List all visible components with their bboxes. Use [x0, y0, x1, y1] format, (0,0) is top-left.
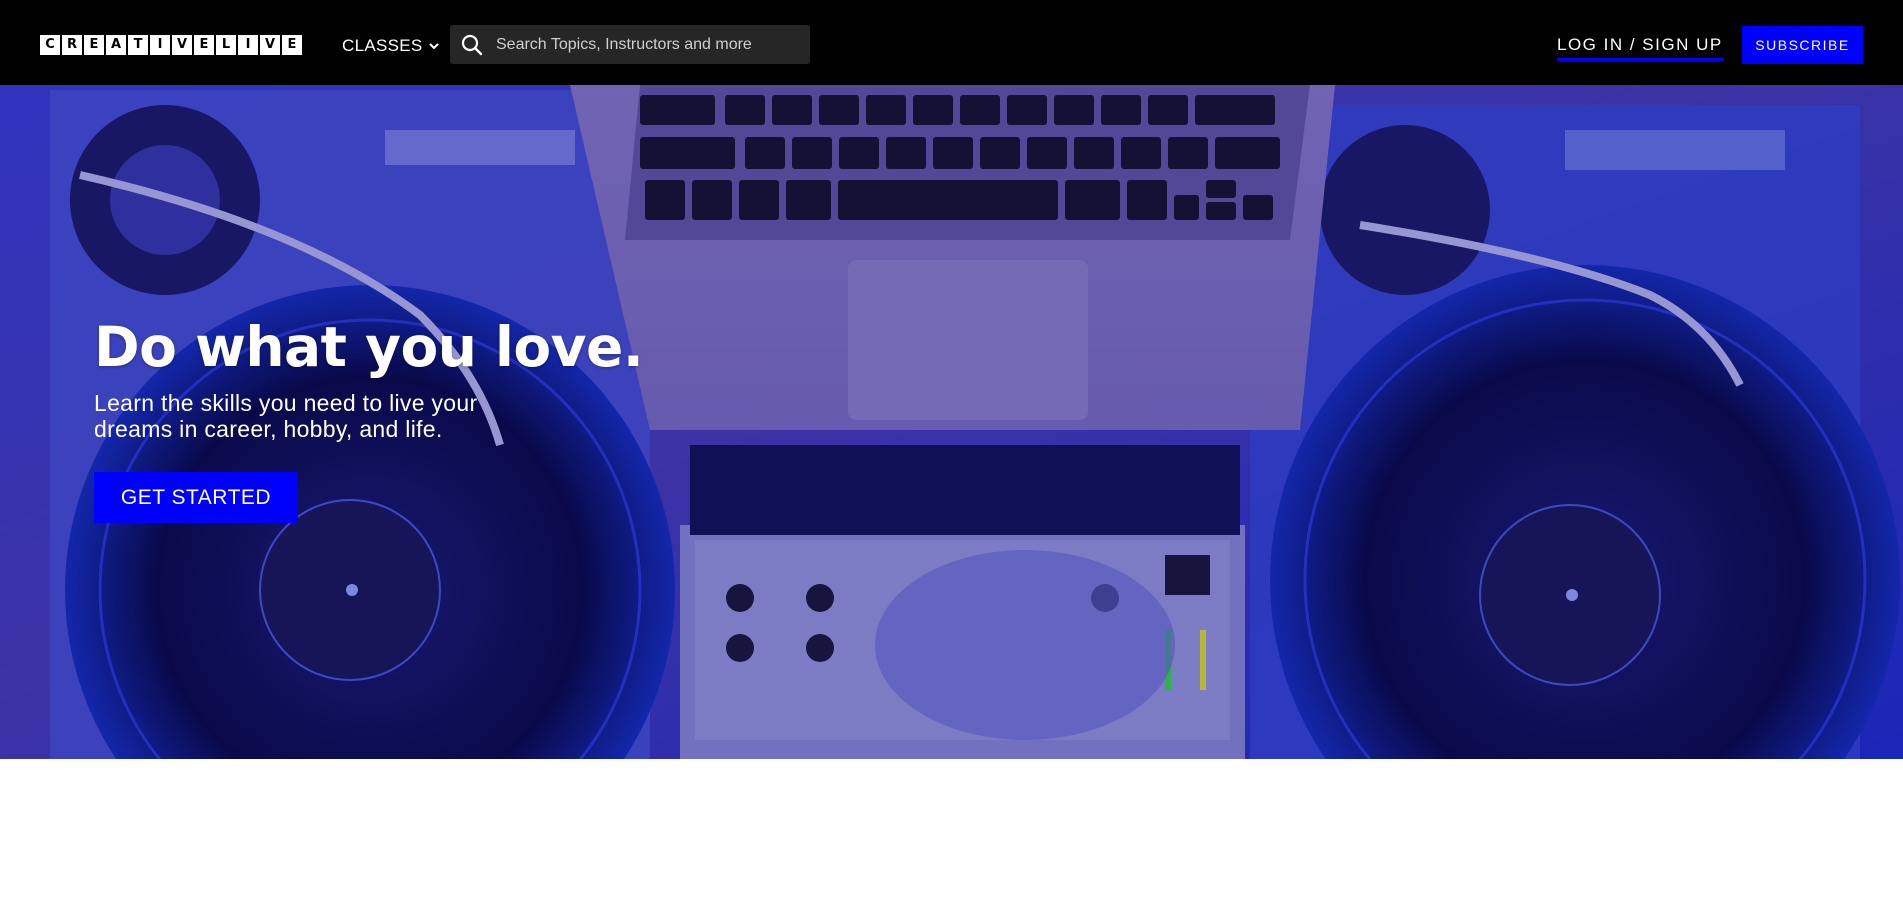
- logo-letter-tile: E: [282, 35, 302, 55]
- logo-letter-tile: R: [62, 35, 82, 55]
- hero-subtitle: Learn the skills you need to live your d…: [94, 390, 478, 442]
- logo-letter-tile: V: [260, 35, 280, 55]
- logo-letter-tile: T: [128, 35, 148, 55]
- classes-menu-label: CLASSES: [342, 36, 423, 55]
- logo-letter-tile: I: [150, 35, 170, 55]
- search-input[interactable]: [496, 35, 796, 54]
- creativelive-logo[interactable]: CREATIVELIVE: [40, 35, 302, 55]
- top-navigation: CREATIVELIVE CLASSES LOG IN / SIGN UP SU…: [0, 0, 1903, 85]
- hero-title: Do what you love.: [94, 315, 644, 379]
- logo-letter-tile: E: [194, 35, 214, 55]
- logo-letter-tile: L: [216, 35, 236, 55]
- logo-letter-tile: C: [40, 35, 60, 55]
- logo-letter-tile: E: [84, 35, 104, 55]
- logo-letter-tile: V: [172, 35, 192, 55]
- search-icon[interactable]: [460, 33, 484, 57]
- hero-banner: Do what you love. Learn the skills you n…: [0, 85, 1903, 759]
- get-started-button[interactable]: GET STARTED: [94, 472, 298, 523]
- logo-letter-tile: A: [106, 35, 126, 55]
- logo-letter-tile: I: [238, 35, 258, 55]
- classes-menu-button[interactable]: CLASSES: [342, 35, 440, 57]
- login-signup-link[interactable]: LOG IN / SIGN UP: [1557, 35, 1723, 61]
- subscribe-button[interactable]: SUBSCRIBE: [1742, 26, 1863, 64]
- search-bar: [450, 25, 810, 64]
- chevron-down-icon: [428, 43, 439, 50]
